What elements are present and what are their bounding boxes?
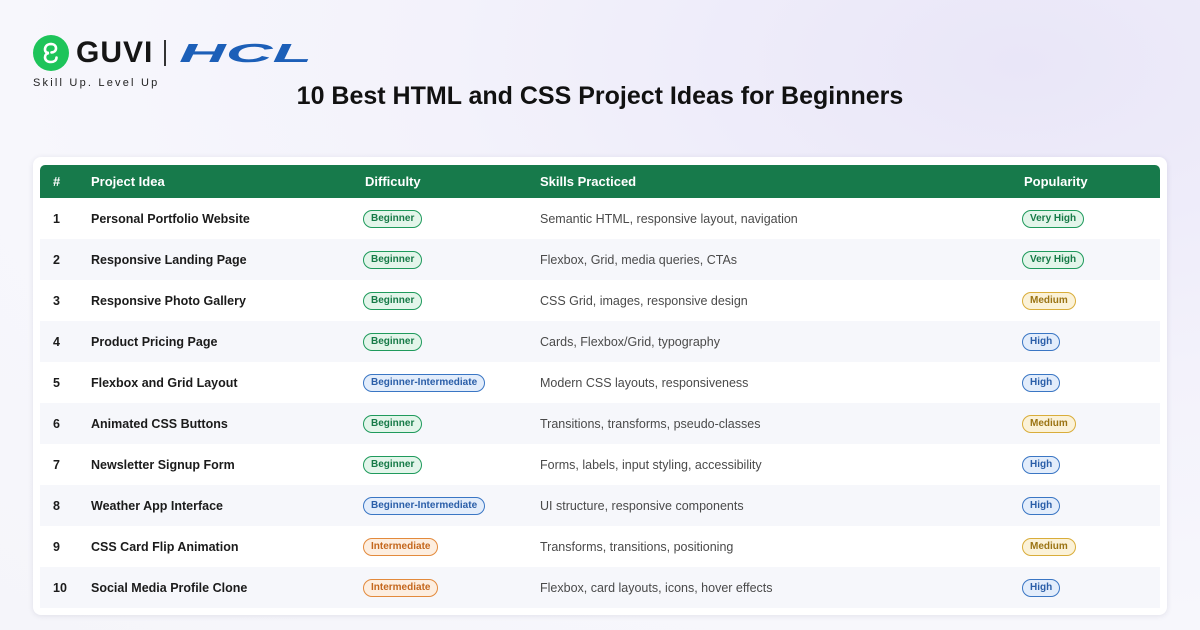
popularity-badge: High bbox=[1022, 496, 1061, 515]
row-number: 5 bbox=[53, 375, 60, 390]
popularity-badge: Very High bbox=[1022, 209, 1085, 228]
project-table: # Project Idea Difficulty Skills Practic… bbox=[40, 165, 1160, 608]
header-skills-practiced: Skills Practiced bbox=[540, 165, 1024, 198]
popularity-cell: High bbox=[1022, 362, 1160, 403]
popularity-badge: Medium bbox=[1022, 537, 1076, 556]
skills-practiced: UI structure, responsive components bbox=[540, 485, 1024, 526]
popularity-cell: Very High bbox=[1022, 239, 1160, 280]
skills-practiced: Transitions, transforms, pseudo-classes bbox=[540, 403, 1024, 444]
popularity-cell: High bbox=[1022, 485, 1160, 526]
difficulty-badge: Beginner-Intermediate bbox=[363, 496, 486, 515]
popularity-cell: High bbox=[1022, 444, 1160, 485]
header-difficulty: Difficulty bbox=[365, 165, 540, 198]
popularity-badge: High bbox=[1022, 578, 1061, 597]
difficulty-badge: Beginner-Intermediate bbox=[363, 373, 486, 392]
project-idea: Product Pricing Page bbox=[91, 321, 365, 362]
difficulty-badge: Beginner bbox=[363, 250, 423, 269]
difficulty-cell: Intermediate bbox=[363, 526, 540, 567]
difficulty-badge: Intermediate bbox=[363, 578, 439, 597]
skills-practiced: Flexbox, card layouts, icons, hover effe… bbox=[540, 567, 1024, 608]
difficulty-cell: Beginner bbox=[363, 321, 540, 362]
table-row: 8 Weather App Interface Beginner-Intermedi… bbox=[40, 485, 1160, 526]
header-project-idea: Project Idea bbox=[91, 165, 365, 198]
page-title: 10 Best HTML and CSS Project Ideas for B… bbox=[296, 82, 904, 110]
skills-practiced: CSS Grid, images, responsive design bbox=[540, 293, 748, 308]
project-table-card: # Project Idea Difficulty Skills Practic… bbox=[33, 157, 1167, 615]
project-idea: Responsive Photo Gallery bbox=[91, 293, 246, 308]
difficulty-cell: Beginner bbox=[363, 403, 540, 444]
difficulty-cell: Beginner bbox=[363, 198, 540, 239]
table-row: 3 Responsive Photo Gallery Beginner CSS Gri… bbox=[40, 280, 1160, 321]
row-number: 1 bbox=[53, 211, 60, 226]
project-idea: CSS Card Flip Animation bbox=[91, 539, 239, 554]
table-header-row: # Project Idea Difficulty Skills Practic… bbox=[40, 165, 1160, 198]
header-number: # bbox=[40, 165, 91, 198]
popularity-badge: Medium bbox=[1022, 414, 1076, 433]
table-row: 1 Personal Portfolio Website Beginner Seman… bbox=[40, 198, 1160, 239]
difficulty-badge: Beginner bbox=[363, 291, 423, 310]
popularity-badge: High bbox=[1022, 332, 1061, 351]
guvi-wordmark: GUVI bbox=[76, 36, 154, 69]
difficulty-cell: Beginner-Intermediate bbox=[363, 485, 540, 526]
row-number: 7 bbox=[53, 457, 60, 472]
difficulty-badge: Beginner bbox=[363, 332, 423, 351]
project-idea: Animated CSS Buttons bbox=[91, 403, 365, 444]
row-number: 4 bbox=[40, 321, 91, 362]
row-number: 2 bbox=[40, 239, 91, 280]
project-idea: Weather App Interface bbox=[91, 485, 365, 526]
difficulty-cell: Beginner bbox=[363, 239, 540, 280]
popularity-badge: Medium bbox=[1022, 291, 1076, 310]
popularity-cell: High bbox=[1022, 567, 1160, 608]
table-body: 1 Personal Portfolio Website Beginner Seman… bbox=[40, 198, 1160, 608]
difficulty-badge: Beginner bbox=[363, 455, 423, 474]
hcl-logo: HCL bbox=[179, 41, 312, 65]
difficulty-cell: Beginner bbox=[363, 444, 540, 485]
hcl-wordmark: HCL bbox=[179, 41, 312, 65]
difficulty-badge: Intermediate bbox=[363, 537, 439, 556]
header-popularity: Popularity bbox=[1024, 165, 1160, 198]
difficulty-cell: Beginner-Intermediate bbox=[363, 362, 540, 403]
logo-divider bbox=[164, 40, 167, 66]
difficulty-badge: Beginner bbox=[363, 414, 423, 433]
skills-practiced: Transforms, transitions, positioning bbox=[540, 539, 734, 554]
project-idea: Flexbox and Grid Layout bbox=[91, 375, 238, 390]
table-row: 9 CSS Card Flip Animation Intermediate Tran… bbox=[40, 526, 1160, 567]
table-row: 2 Responsive Landing Page Beginner Flexbox,… bbox=[40, 239, 1160, 280]
table-row: 10 Social Media Profile Clone Intermediate… bbox=[40, 567, 1160, 608]
project-idea: Social Media Profile Clone bbox=[91, 567, 365, 608]
popularity-cell: Medium bbox=[1022, 280, 1160, 321]
row-number: 10 bbox=[40, 567, 91, 608]
project-idea: Personal Portfolio Website bbox=[91, 211, 250, 226]
row-number: 6 bbox=[40, 403, 91, 444]
row-number: 3 bbox=[53, 293, 60, 308]
row-number: 8 bbox=[40, 485, 91, 526]
popularity-badge: High bbox=[1022, 455, 1061, 474]
popularity-cell: High bbox=[1022, 321, 1160, 362]
skills-practiced: Modern CSS layouts, responsiveness bbox=[540, 375, 749, 390]
skills-practiced: Forms, labels, input styling, accessibil… bbox=[540, 457, 762, 472]
row-number: 9 bbox=[53, 539, 60, 554]
popularity-cell: Medium bbox=[1022, 526, 1160, 567]
skills-practiced: Flexbox, Grid, media queries, CTAs bbox=[540, 239, 1024, 280]
table-row: 7 Newsletter Signup Form Beginner Forms, la… bbox=[40, 444, 1160, 485]
difficulty-badge: Beginner bbox=[363, 209, 423, 228]
table-row: 5 Flexbox and Grid Layout Beginner-Interme… bbox=[40, 362, 1160, 403]
project-idea: Newsletter Signup Form bbox=[91, 457, 235, 472]
table-row: 6 Animated CSS Buttons Beginner Transitions… bbox=[40, 403, 1160, 444]
guvi-mark-icon bbox=[33, 35, 69, 71]
skills-practiced: Cards, Flexbox/Grid, typography bbox=[540, 321, 1024, 362]
project-idea: Responsive Landing Page bbox=[91, 239, 365, 280]
popularity-cell: Medium bbox=[1022, 403, 1160, 444]
popularity-badge: High bbox=[1022, 373, 1061, 392]
popularity-badge: Very High bbox=[1022, 250, 1085, 269]
guvi-logo[interactable]: GUVI HCL bbox=[33, 34, 314, 72]
difficulty-cell: Intermediate bbox=[363, 567, 540, 608]
skills-practiced: Semantic HTML, responsive layout, naviga… bbox=[540, 211, 798, 226]
table-row: 4 Product Pricing Page Beginner Cards, Flex… bbox=[40, 321, 1160, 362]
popularity-cell: Very High bbox=[1022, 198, 1160, 239]
difficulty-cell: Beginner bbox=[363, 280, 540, 321]
